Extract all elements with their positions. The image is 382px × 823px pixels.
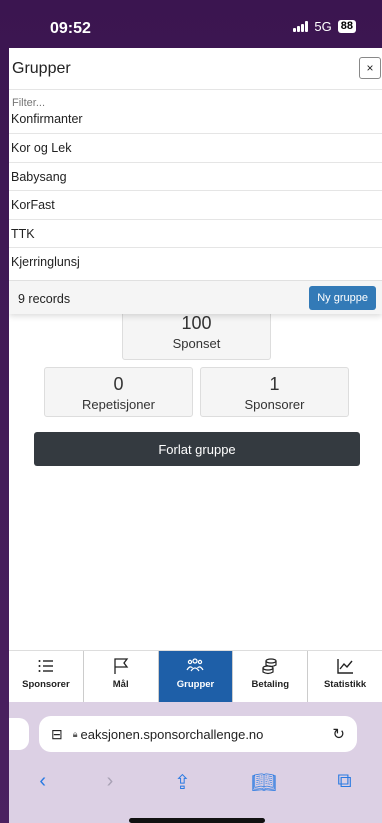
tab-label: Sponsorer — [22, 679, 70, 690]
coins-icon — [233, 657, 307, 677]
leave-group-button[interactable]: Forlat gruppe — [34, 432, 360, 466]
sponset-stat: 100 Sponset — [122, 310, 271, 360]
network-label: 5G — [314, 19, 332, 34]
tab-statistikk[interactable]: Statistikk — [308, 651, 382, 702]
panel-footer: 9 records Ny gruppe — [9, 280, 382, 314]
status-indicators: 5G 88 — [293, 19, 356, 34]
status-bar: 09:52 5G 88 — [0, 0, 382, 48]
home-indicator — [129, 818, 265, 823]
sponsorer-label: Sponsorer — [244, 397, 305, 412]
status-time: 09:52 — [50, 20, 91, 37]
group-item[interactable]: Babysang — [9, 163, 382, 191]
main-page: 100 Sponset 0 Repetisjoner 1 Sponsorer F… — [9, 48, 382, 650]
sponsorer-value: 1 — [269, 374, 280, 394]
tab-bar: Sponsorer Mål Grupper Betaling Statistik… — [9, 650, 382, 702]
battery-icon: 88 — [337, 20, 356, 33]
close-button[interactable]: × — [359, 57, 381, 79]
tab-sponsorer[interactable]: Sponsorer — [9, 651, 84, 702]
repetisjoner-label: Repetisjoner — [82, 397, 155, 412]
share-icon[interactable]: ⇪ — [174, 770, 191, 795]
panel-title: Grupper — [12, 60, 71, 77]
lock-icon: 🔒︎ — [72, 728, 78, 739]
tab-label: Betaling — [251, 679, 290, 690]
group-item[interactable]: Kjerringlunsj — [9, 248, 382, 277]
chart-icon — [308, 657, 382, 677]
group-item[interactable]: Kor og Lek — [9, 134, 382, 163]
previous-tab-chip[interactable] — [9, 718, 29, 750]
group-item[interactable]: KorFast — [9, 191, 382, 220]
signal-icon — [293, 21, 309, 32]
sponsorer-stat: 1 Sponsorer — [200, 367, 349, 417]
group-icon — [159, 657, 233, 677]
browser-bar: ⊟ 🔒︎ eaksjonen.sponsorchallenge.no ↻ ‹ ›… — [9, 702, 382, 823]
tab-betaling[interactable]: Betaling — [233, 651, 309, 702]
back-icon[interactable]: ‹ — [39, 770, 46, 795]
tab-label: Mål — [112, 679, 129, 690]
url-text: eaksjonen.sponsorchallenge.no — [80, 726, 264, 742]
new-group-button[interactable]: Ny gruppe — [309, 286, 376, 310]
reload-icon[interactable]: ↻ — [332, 725, 345, 743]
forward-icon: › — [106, 770, 114, 792]
bookmarks-icon[interactable]: 📖︎ — [251, 770, 276, 795]
address-bar[interactable]: ⊟ 🔒︎ eaksjonen.sponsorchallenge.no ↻ — [39, 716, 357, 752]
list-icon — [9, 657, 83, 677]
records-count: 9 records — [18, 292, 71, 306]
panel-header: Grupper × — [9, 48, 382, 90]
tab-label: Grupper — [176, 679, 215, 690]
group-item[interactable]: TTK — [9, 220, 382, 248]
tab-grupper[interactable]: Grupper — [158, 651, 234, 702]
group-list: Konfirmanter Kor og Lek Babysang KorFast… — [9, 112, 382, 277]
tab-label: Statistikk — [323, 679, 367, 690]
repetisjoner-stat: 0 Repetisjoner — [44, 367, 193, 417]
repetisjoner-value: 0 — [113, 374, 124, 394]
tabs-icon[interactable]: ⧉ — [337, 770, 351, 795]
sponset-label: Sponset — [172, 336, 221, 351]
tab-mal[interactable]: Mål — [84, 651, 159, 702]
browser-nav: ‹ › ⇪ 📖︎ ⧉ — [9, 770, 382, 795]
filter-input[interactable] — [12, 95, 372, 111]
groups-panel: Grupper × Konfirmanter Kor og Lek Babysa… — [9, 48, 382, 314]
group-item[interactable]: Konfirmanter — [9, 112, 382, 134]
reader-icon[interactable]: ⊟ — [51, 726, 63, 743]
flag-icon — [84, 657, 158, 677]
sponset-value: 100 — [181, 313, 212, 333]
